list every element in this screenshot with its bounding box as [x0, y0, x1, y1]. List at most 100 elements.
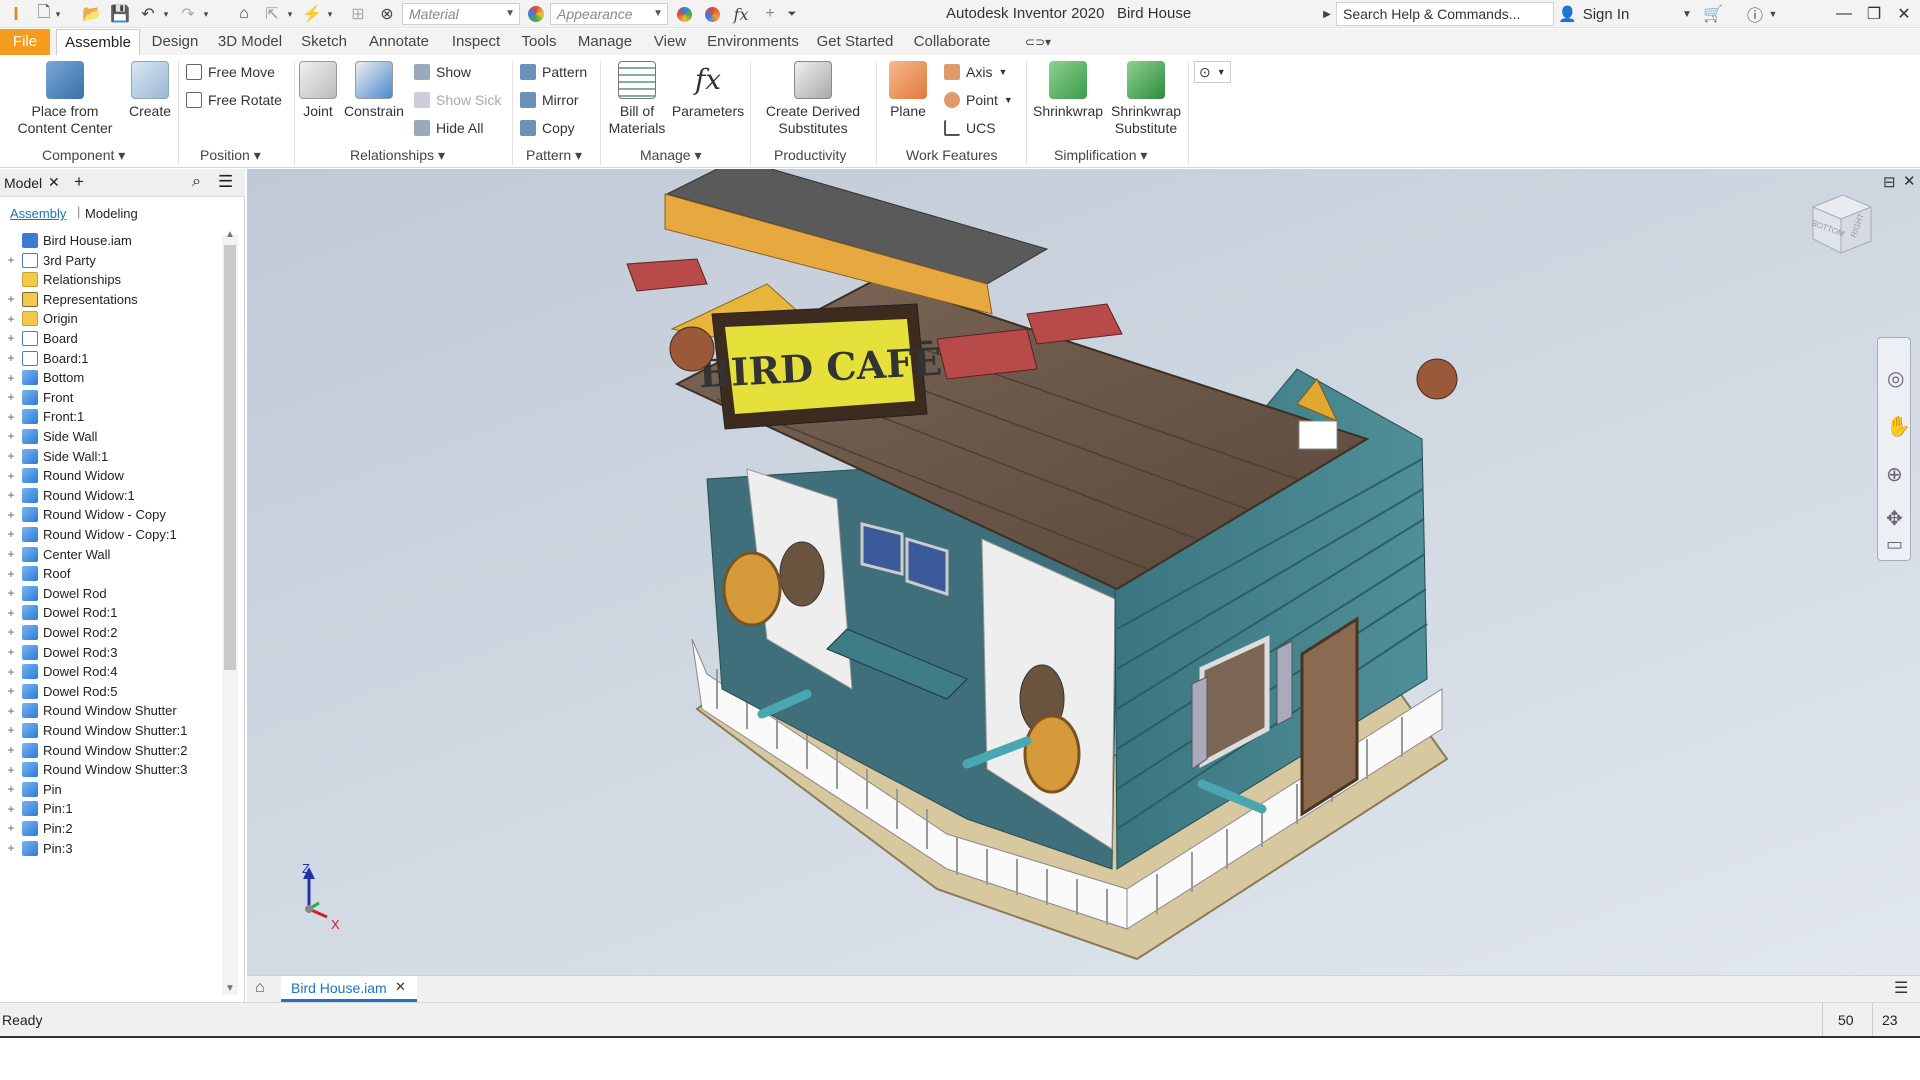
expand-toggle-icon[interactable]: +	[6, 606, 16, 620]
appearance-ball-icon[interactable]	[526, 4, 546, 24]
assembly-mode-tab[interactable]: Assembly	[10, 206, 66, 221]
select-dropdown-icon[interactable]: ▾	[284, 4, 296, 24]
expand-toggle-icon[interactable]: +	[6, 390, 16, 404]
material-globe-icon[interactable]: ⊗	[376, 4, 398, 24]
tab-assemble[interactable]: Assemble	[56, 29, 140, 55]
ribbon-display-toggle-icon[interactable]: ⊂⊃▾	[1020, 29, 1056, 55]
bill-of-materials-button[interactable]: Bill of Materials	[604, 61, 670, 137]
hide-all-button[interactable]: Hide All	[414, 117, 483, 139]
expand-toggle-icon[interactable]: +	[6, 449, 16, 463]
fx-parameters-icon[interactable]: fx	[730, 4, 752, 24]
tab-view[interactable]: View	[646, 29, 694, 55]
scrollbar-thumb[interactable]	[224, 245, 236, 670]
save-icon[interactable]: 💾	[110, 4, 130, 24]
new-file-icon[interactable]: 🗋	[34, 4, 54, 24]
show-button[interactable]: Show	[414, 61, 471, 83]
graphics-viewport[interactable]: BIRD CAFĒ BOTTOM RIGHT ⊟ ✕ ◎ ✋ ⊕ ✥ ▭ Z X	[247, 158, 1920, 975]
close-icon[interactable]: ✕	[395, 979, 406, 995]
point-button[interactable]: Point ▼	[944, 89, 1013, 111]
expand-toggle-icon[interactable]: +	[6, 821, 16, 835]
create-derived-substitutes-button[interactable]: Create Derived Substitutes	[758, 61, 868, 137]
cart-icon[interactable]: 🛒	[1702, 4, 1724, 24]
search-icon[interactable]: ⌕	[192, 173, 201, 191]
expand-toggle-icon[interactable]: +	[6, 331, 16, 345]
tree-node[interactable]: + Pin:3	[0, 837, 220, 859]
expand-toggle-icon[interactable]: +	[6, 567, 16, 581]
undo-icon[interactable]: ↶	[138, 4, 158, 24]
tree-root[interactable]: Bird House.iam	[0, 229, 220, 251]
expand-toggle-icon[interactable]: +	[6, 625, 16, 639]
update-icon[interactable]: ⚡	[302, 4, 322, 24]
bird-house-model[interactable]: BIRD CAFĒ	[247, 158, 1920, 975]
group-position[interactable]: Position ▾	[200, 147, 261, 164]
expand-toggle-icon[interactable]: +	[6, 802, 16, 816]
constrain-button[interactable]: Constrain	[342, 61, 406, 120]
free-move-button[interactable]: Free Move	[186, 61, 275, 83]
shrinkwrap-button[interactable]: Shrinkwrap	[1030, 61, 1106, 120]
tab-menu-icon[interactable]: ☰	[1894, 978, 1908, 998]
tab-file[interactable]: File	[0, 29, 50, 55]
help-icon[interactable]: ⓘ	[1744, 4, 1766, 25]
close-view-icon[interactable]: ✕	[1903, 172, 1916, 190]
expand-toggle-icon[interactable]: +	[6, 351, 16, 365]
modeling-mode-tab[interactable]: Modeling	[85, 206, 138, 221]
ribbon-extras-button[interactable]: ⊙ ▼	[1194, 61, 1231, 83]
tab-inspect[interactable]: Inspect	[444, 29, 508, 55]
tab-sketch[interactable]: Sketch	[294, 29, 354, 55]
restore-icon[interactable]: ❐	[1860, 2, 1888, 26]
expand-toggle-icon[interactable]: +	[6, 292, 16, 306]
undo-dropdown-icon[interactable]: ▾	[160, 4, 172, 24]
viewcube[interactable]: BOTTOM RIGHT	[1807, 189, 1875, 257]
measure-icon[interactable]: ⊞	[348, 4, 368, 24]
redo-icon[interactable]: ↷	[178, 4, 198, 24]
expand-toggle-icon[interactable]: +	[6, 312, 16, 326]
tab-tools[interactable]: Tools	[514, 29, 564, 55]
add-icon[interactable]: +	[74, 172, 84, 192]
axis-button[interactable]: Axis ▼	[944, 61, 1007, 83]
home-icon[interactable]: ⌂	[234, 4, 254, 24]
home-icon[interactable]: ⌂	[255, 979, 265, 997]
tab-design[interactable]: Design	[144, 29, 206, 55]
sign-in-button[interactable]: 👤 Sign In	[1558, 5, 1629, 24]
expand-toggle-icon[interactable]: +	[6, 547, 16, 561]
ucs-button[interactable]: UCS	[944, 117, 996, 139]
signin-dropdown-icon[interactable]: ▼	[1680, 4, 1694, 24]
close-icon[interactable]: ✕	[1890, 2, 1918, 26]
new-dropdown-icon[interactable]: ▾	[52, 4, 64, 24]
expand-toggle-icon[interactable]: +	[6, 586, 16, 600]
redo-dropdown-icon[interactable]: ▾	[200, 4, 212, 24]
tab-manage[interactable]: Manage	[570, 29, 640, 55]
expand-toggle-icon[interactable]: +	[6, 763, 16, 777]
expand-toggle-icon[interactable]: +	[6, 665, 16, 679]
update-dropdown-icon[interactable]: ▾	[324, 4, 336, 24]
group-relationships[interactable]: Relationships ▾	[350, 147, 445, 164]
tab-annotate[interactable]: Annotate	[360, 29, 438, 55]
expand-toggle-icon[interactable]: +	[6, 723, 16, 737]
split-view-icon[interactable]: ⊟	[1883, 173, 1896, 191]
group-pattern[interactable]: Pattern ▾	[526, 147, 582, 164]
select-mode-icon[interactable]: ⇱	[262, 4, 282, 24]
tab-collaborate[interactable]: Collaborate	[906, 29, 998, 55]
tab-get-started[interactable]: Get Started	[812, 29, 898, 55]
adjust-appearance-icon[interactable]	[674, 4, 694, 24]
tab-3d-model[interactable]: 3D Model	[212, 29, 288, 55]
browser-scrollbar[interactable]: ▲ ▼	[222, 229, 238, 995]
expand-toggle-icon[interactable]: +	[6, 684, 16, 698]
help-dropdown-icon[interactable]: ▼	[1766, 4, 1780, 24]
expand-toggle-icon[interactable]: +	[6, 508, 16, 522]
place-from-content-center-button[interactable]: Place from Content Center	[12, 61, 118, 137]
customize-dropdown-icon[interactable]: ⏷	[784, 4, 800, 24]
expand-toggle-icon[interactable]: +	[6, 743, 16, 757]
expand-toggle-icon[interactable]: +	[6, 782, 16, 796]
expand-search-icon[interactable]: ▶	[1320, 4, 1334, 24]
appearance-select[interactable]: Appearance ▼	[550, 3, 668, 25]
create-component-button[interactable]: Create	[124, 61, 176, 120]
show-sick-button[interactable]: Show Sick	[414, 89, 501, 111]
orbit-icon[interactable]: ✥	[1886, 506, 1903, 531]
group-simplification[interactable]: Simplification ▾	[1054, 147, 1147, 164]
free-rotate-button[interactable]: Free Rotate	[186, 89, 282, 111]
expand-toggle-icon[interactable]: +	[6, 645, 16, 659]
steering-wheel-icon[interactable]: ◎	[1887, 366, 1904, 391]
group-component[interactable]: Component ▾	[42, 147, 125, 164]
expand-toggle-icon[interactable]: +	[6, 488, 16, 502]
